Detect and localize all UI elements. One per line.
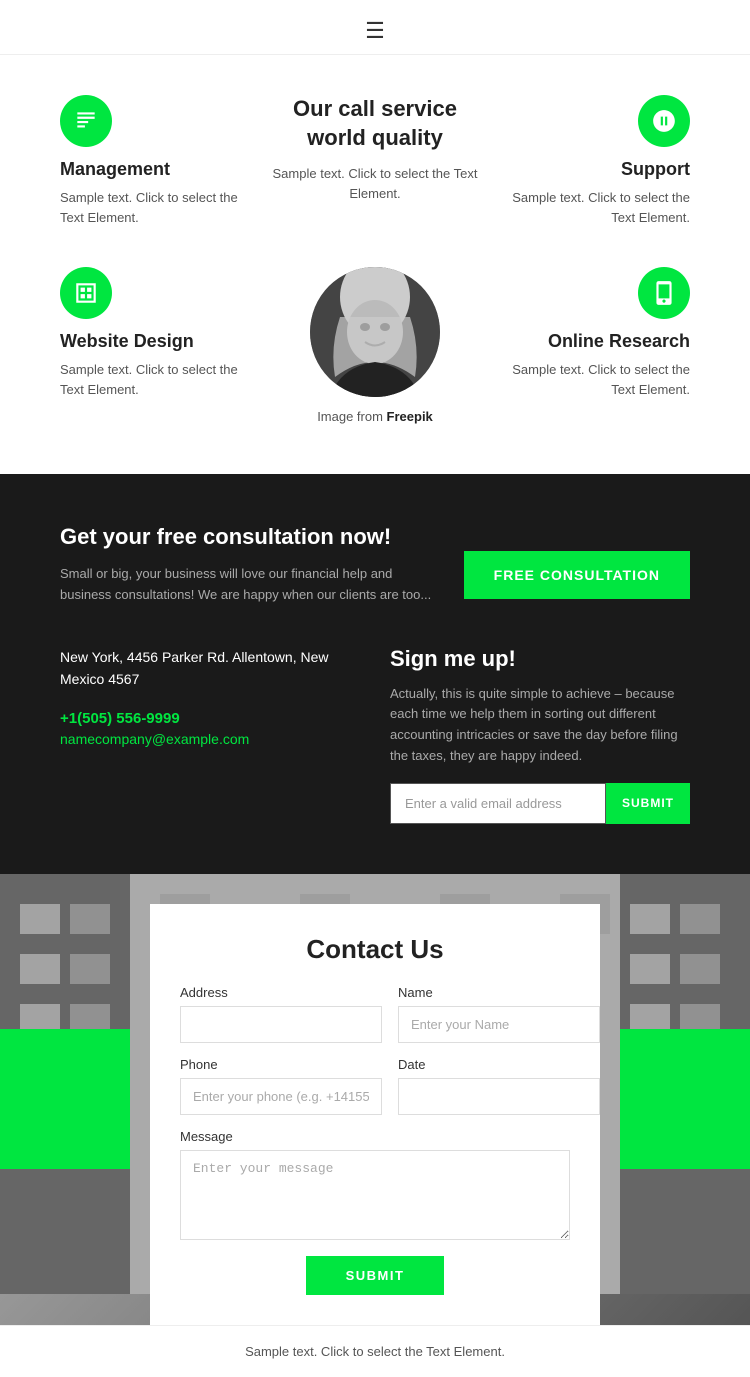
name-group: Name bbox=[398, 985, 600, 1043]
avatar-container: Image from Freepik bbox=[265, 267, 485, 424]
contact-submit-button[interactable]: SUBMIT bbox=[306, 1256, 445, 1295]
services-row-1: Management Sample text. Click to select … bbox=[60, 95, 690, 227]
email-input[interactable] bbox=[390, 783, 606, 824]
online-research-title: Online Research bbox=[490, 331, 690, 352]
free-consultation-button[interactable]: FREE CONSULTATION bbox=[464, 551, 690, 599]
phone-group: Phone bbox=[180, 1057, 382, 1115]
website-design-text: Sample text. Click to select the Text El… bbox=[60, 360, 260, 399]
date-input[interactable] bbox=[398, 1078, 600, 1115]
address-input[interactable] bbox=[180, 1006, 382, 1043]
message-textarea[interactable] bbox=[180, 1150, 570, 1240]
phone-input[interactable] bbox=[180, 1078, 382, 1115]
consultation-title: Get your free consultation now! bbox=[60, 524, 440, 550]
support-icon bbox=[638, 95, 690, 147]
date-group: Date bbox=[398, 1057, 600, 1115]
support-text: Sample text. Click to select the Text El… bbox=[490, 188, 690, 227]
phone-link[interactable]: +1(505) 556-9999 bbox=[60, 710, 360, 727]
contact-form-card: Contact Us Address Name Phone Date Messa… bbox=[150, 904, 600, 1325]
service-support: Support Sample text. Click to select the… bbox=[490, 95, 690, 227]
consultation-text: Small or big, your business will love ou… bbox=[60, 564, 440, 606]
name-label: Name bbox=[398, 985, 600, 1000]
freepik-link: Freepik bbox=[387, 409, 433, 424]
online-research-text: Sample text. Click to select the Text El… bbox=[490, 360, 690, 399]
email-form: SUBMIT bbox=[390, 783, 690, 824]
management-title: Management bbox=[60, 159, 260, 180]
green-accent-right bbox=[620, 1029, 750, 1169]
website-design-title: Website Design bbox=[60, 331, 260, 352]
contact-info: New York, 4456 Parker Rd. Allentown, New… bbox=[60, 646, 360, 750]
contact-title: Contact Us bbox=[180, 934, 570, 965]
email-link[interactable]: namecompany@example.com bbox=[60, 731, 249, 747]
signup-section: Sign me up! Actually, this is quite simp… bbox=[390, 646, 690, 824]
center-title: Our call service world quality bbox=[265, 95, 485, 152]
footer: Sample text. Click to select the Text El… bbox=[0, 1325, 750, 1377]
form-row-address-name: Address Name bbox=[180, 985, 570, 1043]
address-label: Address bbox=[180, 985, 382, 1000]
name-input[interactable] bbox=[398, 1006, 600, 1043]
dark-section-bottom: New York, 4456 Parker Rd. Allentown, New… bbox=[60, 646, 690, 824]
service-website-design: Website Design Sample text. Click to sel… bbox=[60, 267, 260, 399]
service-management: Management Sample text. Click to select … bbox=[60, 95, 260, 227]
submit-button[interactable]: SUBMIT bbox=[606, 783, 690, 824]
hamburger-icon[interactable]: ☰ bbox=[365, 18, 385, 44]
website-design-icon bbox=[60, 267, 112, 319]
center-text: Sample text. Click to select the Text El… bbox=[265, 164, 485, 203]
message-group: Message bbox=[180, 1129, 570, 1240]
signup-title: Sign me up! bbox=[390, 646, 690, 672]
message-label: Message bbox=[180, 1129, 570, 1144]
green-accent-left bbox=[0, 1029, 130, 1169]
contact-section: Contact Us Address Name Phone Date Messa… bbox=[0, 874, 750, 1325]
dark-section: Get your free consultation now! Small or… bbox=[0, 474, 750, 874]
online-research-icon bbox=[638, 267, 690, 319]
address-group: Address bbox=[180, 985, 382, 1043]
dark-section-top: Get your free consultation now! Small or… bbox=[60, 524, 690, 606]
signup-text: Actually, this is quite simple to achiev… bbox=[390, 684, 690, 767]
services-section: Management Sample text. Click to select … bbox=[0, 55, 750, 474]
service-center-heading: Our call service world quality Sample te… bbox=[265, 95, 485, 203]
address-text: New York, 4456 Parker Rd. Allentown, New… bbox=[60, 646, 360, 691]
footer-text: Sample text. Click to select the Text El… bbox=[60, 1344, 690, 1359]
image-credit: Image from Freepik bbox=[317, 409, 433, 424]
service-online-research: Online Research Sample text. Click to se… bbox=[490, 267, 690, 399]
date-label: Date bbox=[398, 1057, 600, 1072]
management-icon bbox=[60, 95, 112, 147]
services-row-2: Website Design Sample text. Click to sel… bbox=[60, 267, 690, 424]
avatar bbox=[310, 267, 440, 397]
form-row-phone-date: Phone Date bbox=[180, 1057, 570, 1115]
management-text: Sample text. Click to select the Text El… bbox=[60, 188, 260, 227]
consultation-left: Get your free consultation now! Small or… bbox=[60, 524, 440, 606]
header: ☰ bbox=[0, 0, 750, 55]
phone-label: Phone bbox=[180, 1057, 382, 1072]
support-title: Support bbox=[490, 159, 690, 180]
